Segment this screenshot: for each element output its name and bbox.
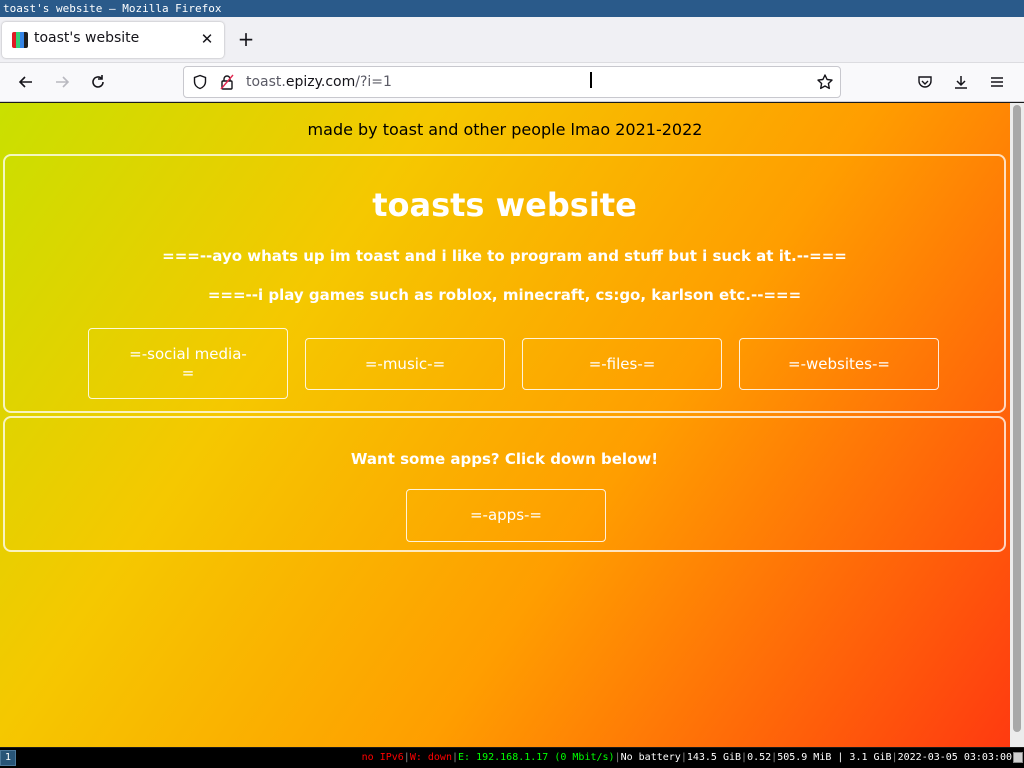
ethernet-status: E: 192.168.1.17 (0 Mbit/s): [458, 752, 615, 763]
lock-icon[interactable]: [220, 74, 234, 90]
address-bar[interactable]: toast.epizy.com/?i=1: [183, 66, 841, 98]
tab-strip: toast's website ✕ +: [0, 17, 1024, 63]
pocket-icon: [918, 76, 932, 88]
hamburger-menu-icon: [991, 77, 1003, 87]
tab-toasts-website[interactable]: toast's website ✕: [2, 22, 224, 58]
apps-heading: Want some apps? Click down below!: [350, 450, 659, 468]
text-cursor-icon: [590, 72, 596, 88]
back-arrow-icon: [18, 76, 32, 88]
workspace-button[interactable]: 1: [0, 750, 16, 766]
credit-text: made by toast and other people lmao 2021…: [307, 120, 703, 139]
page-content: made by toast and other people lmao 2021…: [0, 103, 1010, 747]
intro-panel: toasts website ===--ayo whats up im toas…: [3, 154, 1006, 413]
apps-button[interactable]: =-apps-=: [406, 489, 606, 542]
intro-line-1: ===--ayo whats up im toast and i like to…: [162, 247, 847, 265]
pocket-button[interactable]: [912, 69, 938, 95]
tracking-shield-icon[interactable]: [192, 74, 208, 90]
music-button[interactable]: =-music-=: [305, 338, 505, 390]
back-button[interactable]: [13, 69, 39, 95]
battery-status: No battery: [620, 752, 681, 763]
disk-status: 143.5 GiB: [686, 752, 742, 763]
url-text[interactable]: toast.epizy.com/?i=1: [246, 74, 392, 90]
downloads-button[interactable]: [948, 69, 974, 95]
app-menu-button[interactable]: [984, 69, 1010, 95]
memory-status: 505.9 MiB | 3.1 GiB: [777, 752, 892, 763]
ipv6-status: no IPv6: [361, 752, 404, 763]
files-button[interactable]: =-files-=: [522, 338, 722, 390]
wifi-status: W: down: [409, 752, 452, 763]
forward-arrow-icon: [56, 76, 70, 88]
page-title: toasts website: [372, 186, 637, 224]
forward-button[interactable]: [49, 69, 75, 95]
tab-title: toast's website: [34, 30, 140, 46]
window-title-bar: toast's website — Mozilla Firefox: [0, 0, 1024, 17]
websites-button[interactable]: =-websites-=: [739, 338, 939, 390]
navigation-toolbar: toast.epizy.com/?i=1: [0, 63, 1024, 102]
new-tab-button[interactable]: +: [234, 28, 258, 52]
close-tab-icon[interactable]: ✕: [198, 30, 216, 48]
status-info: no IPv6|W: down|E: 192.168.1.17 (0 Mbit/…: [361, 752, 1012, 763]
social-media-button[interactable]: =-social media-=: [88, 328, 288, 399]
site-favicon-icon: [12, 32, 28, 48]
reload-button[interactable]: [85, 69, 111, 95]
tray-icon[interactable]: [1013, 752, 1023, 763]
apps-panel: Want some apps? Click down below! =-apps…: [3, 416, 1006, 552]
download-icon: [955, 76, 967, 89]
system-status-bar: 1 no IPv6|W: down|E: 192.168.1.17 (0 Mbi…: [0, 748, 1024, 768]
clock: 2022-03-05 03:03:00: [897, 752, 1012, 763]
reload-icon: [92, 75, 104, 88]
bookmark-star-icon[interactable]: [816, 73, 834, 91]
intro-line-2: ===--i play games such as roblox, minecr…: [207, 286, 802, 304]
scrollbar-thumb[interactable]: [1013, 105, 1021, 732]
load-status: 0.52: [747, 752, 772, 763]
